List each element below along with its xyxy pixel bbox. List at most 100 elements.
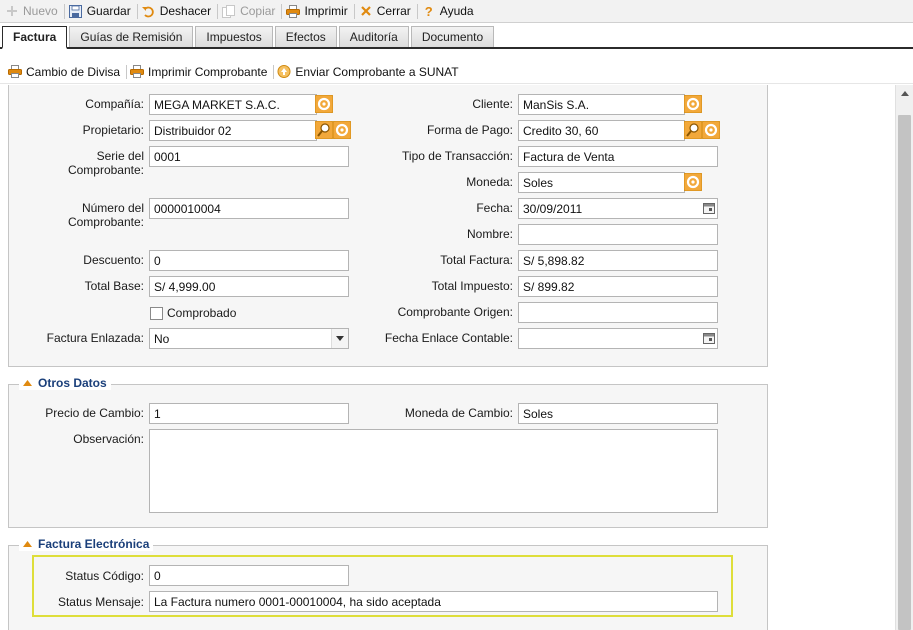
moneda-cambio-label: Moneda de Cambio: — [404, 406, 513, 420]
tab-documento[interactable]: Documento — [410, 26, 495, 47]
tipo-transaccion-field[interactable]: Factura de Venta — [518, 146, 718, 167]
propietario-label: Propietario: — [82, 123, 144, 137]
collapse-icon[interactable] — [21, 538, 34, 551]
toolbar-separator — [273, 64, 275, 79]
enviar-sunat-button[interactable]: Enviar Comprobante a SUNAT — [275, 65, 463, 79]
imprimir-comprobante-button[interactable]: Imprimir Comprobante — [128, 65, 272, 79]
observacion-textarea[interactable] — [149, 429, 718, 513]
copy-icon — [222, 4, 236, 18]
factura-electronica-title: Factura Electrónica — [38, 537, 150, 551]
factura-electronica-legend[interactable]: Factura Electrónica — [19, 537, 154, 551]
observacion-label: Observación: — [73, 432, 144, 446]
total-factura-field[interactable]: S/ 5,898.82 — [518, 250, 718, 271]
toolbar-separator — [281, 3, 283, 19]
toolbar-separator — [126, 64, 128, 79]
numero-label-line1: Número del — [81, 201, 144, 215]
search-icon — [684, 121, 702, 139]
nuevo-button[interactable]: Nuevo — [2, 2, 63, 21]
forma-pago-search-button[interactable] — [684, 120, 702, 140]
chevron-down-icon[interactable] — [331, 329, 348, 348]
comprobado-checkbox[interactable] — [150, 307, 163, 320]
forma-pago-field[interactable]: Credito 30, 60 — [518, 120, 685, 141]
imprimir-button[interactable]: Imprimir — [283, 2, 352, 21]
factura-enlazada-select[interactable]: No — [149, 328, 349, 349]
calendar-icon[interactable] — [701, 329, 717, 348]
comprobante-origen-label: Comprobante Origen: — [397, 305, 513, 319]
propietario-field[interactable]: Distribuidor 02 — [149, 120, 317, 141]
status-mensaje-label: Status Mensaje: — [57, 595, 144, 609]
undo-icon — [142, 4, 156, 18]
main-toolbar: Nuevo Guardar Deshacer Copiar Imprimir C… — [0, 0, 913, 23]
propietario-search-button[interactable] — [315, 120, 333, 140]
status-codigo-label: Status Código: — [65, 569, 144, 583]
moneda-cambio-field[interactable]: Soles — [518, 403, 718, 424]
nombre-field[interactable] — [518, 224, 718, 245]
forma-pago-label: Forma de Pago: — [426, 123, 513, 137]
serie-field[interactable]: 0001 — [149, 146, 349, 167]
moneda-label: Moneda: — [466, 175, 513, 189]
tab-efectos[interactable]: Efectos — [274, 26, 337, 47]
scrollbar-thumb[interactable] — [898, 115, 911, 630]
search-icon — [315, 121, 333, 139]
toolbar-separator — [217, 3, 219, 19]
status-mensaje-field[interactable]: La Factura numero 0001-00010004, ha sido… — [149, 591, 718, 612]
tab-auditoria[interactable]: Auditoría — [338, 26, 409, 47]
calendar-icon[interactable] — [701, 199, 717, 218]
cliente-field[interactable]: ManSis S.A. — [518, 94, 685, 115]
collapse-icon[interactable] — [21, 377, 34, 390]
imprimir-comprobante-label: Imprimir Comprobante — [148, 64, 268, 79]
deshacer-label: Deshacer — [159, 4, 212, 18]
precio-cambio-label: Precio de Cambio: — [45, 406, 144, 420]
gear-icon — [684, 95, 702, 113]
cambio-divisa-button[interactable]: Cambio de Divisa — [6, 65, 125, 79]
compania-field[interactable]: MEGA MARKET S.A.C. — [149, 94, 317, 115]
total-base-label: Total Base: — [84, 279, 144, 293]
propietario-gear-button[interactable] — [333, 120, 351, 140]
deshacer-button[interactable]: Deshacer — [139, 2, 216, 21]
compania-label: Compañía: — [85, 97, 144, 111]
tipo-transaccion-label: Tipo de Transacción: — [402, 149, 513, 163]
toolbar-separator — [63, 3, 65, 19]
status-codigo-field[interactable]: 0 — [149, 565, 349, 586]
print-icon — [130, 65, 145, 79]
nuevo-label: Nuevo — [23, 4, 58, 18]
upload-icon — [277, 65, 291, 79]
otros-datos-panel: Otros Datos Precio de Cambio: 1 Moneda d… — [8, 376, 768, 528]
guardar-button[interactable]: Guardar — [66, 2, 136, 21]
cliente-lookup-button[interactable] — [684, 94, 702, 114]
compania-lookup-button[interactable] — [315, 94, 333, 114]
moneda-field[interactable]: Soles — [518, 172, 685, 193]
fecha-enlace-field[interactable] — [518, 328, 718, 349]
factura-enlazada-value: No — [154, 331, 170, 346]
numero-field[interactable]: 0000010004 — [149, 198, 349, 219]
ayuda-button[interactable]: ? Ayuda — [419, 2, 479, 21]
imprimir-label: Imprimir — [304, 4, 348, 18]
cambio-divisa-label: Cambio de Divisa — [26, 64, 121, 79]
toolbar-separator — [416, 3, 418, 19]
fecha-label: Fecha: — [476, 201, 513, 215]
total-base-field[interactable]: S/ 4,999.00 — [149, 276, 349, 297]
cliente-label: Cliente: — [472, 97, 513, 111]
main-panel: Compañía: MEGA MARKET S.A.C. Propietario… — [8, 85, 768, 367]
cerrar-button[interactable]: Cerrar — [356, 2, 416, 21]
guardar-label: Guardar — [86, 4, 131, 18]
precio-cambio-field[interactable]: 1 — [149, 403, 349, 424]
otros-datos-legend[interactable]: Otros Datos — [19, 376, 111, 390]
tab-guias-remision[interactable]: Guías de Remisión — [69, 26, 194, 47]
tab-factura[interactable]: Factura — [2, 26, 68, 49]
scroll-up-icon[interactable] — [896, 85, 913, 102]
serie-label-line1: Serie del — [96, 149, 144, 163]
copiar-button[interactable]: Copiar — [219, 2, 280, 21]
comprobante-origen-field[interactable] — [518, 302, 718, 323]
actions-bar: Cambio de Divisa Imprimir Comprobante En… — [0, 60, 913, 84]
moneda-lookup-button[interactable] — [684, 172, 702, 192]
forma-pago-gear-button[interactable] — [702, 120, 720, 140]
otros-datos-title: Otros Datos — [38, 376, 107, 390]
descuento-field[interactable]: 0 — [149, 250, 349, 271]
print-icon — [8, 65, 22, 79]
fecha-field[interactable]: 30/09/2011 — [518, 198, 718, 219]
vertical-scrollbar[interactable] — [895, 85, 913, 630]
factura-enlazada-label: Factura Enlazada: — [46, 331, 144, 345]
total-impuesto-field[interactable]: S/ 899.82 — [518, 276, 718, 297]
tab-impuestos[interactable]: Impuestos — [195, 26, 273, 47]
